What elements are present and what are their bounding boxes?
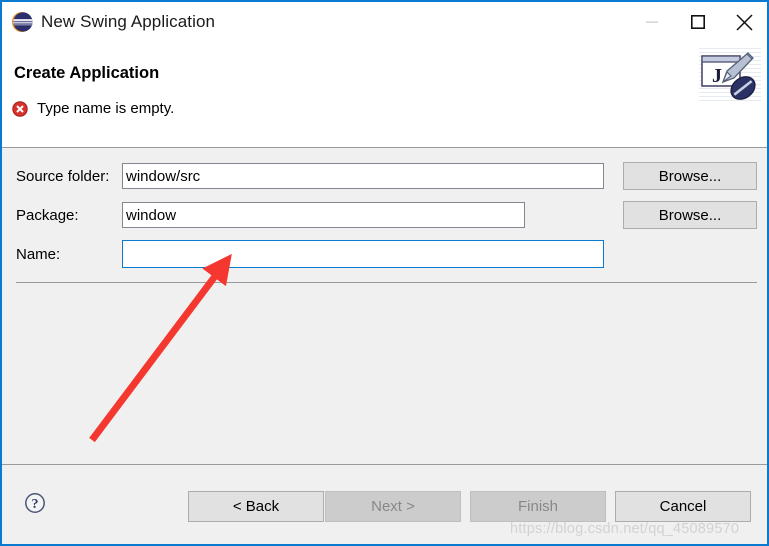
title-bar: New Swing Application bbox=[2, 2, 767, 42]
new-swing-application-dialog: New Swing Application Create Application… bbox=[0, 0, 769, 546]
field-row-source-folder: Source folder: bbox=[2, 162, 604, 190]
java-window-pencil-icon: J bbox=[699, 46, 761, 104]
back-button[interactable]: < Back bbox=[188, 491, 324, 522]
maximize-button[interactable] bbox=[675, 2, 721, 42]
browse-source-folder-button[interactable]: Browse... bbox=[623, 162, 757, 190]
next-button[interactable]: Next > bbox=[325, 491, 461, 522]
watermark-text: https://blog.csdn.net/qq_45089570 bbox=[510, 521, 740, 537]
page-title: Create Application bbox=[14, 64, 160, 82]
package-label: Package: bbox=[16, 206, 79, 224]
field-row-name: Name: bbox=[2, 240, 604, 268]
window-controls bbox=[629, 2, 767, 42]
svg-text:?: ? bbox=[32, 497, 39, 512]
status-message-row: Type name is empty. bbox=[12, 100, 174, 117]
wizard-header: Create Application Type name is empty. J bbox=[2, 42, 767, 148]
name-input[interactable] bbox=[122, 240, 604, 268]
help-question-icon[interactable]: ? bbox=[24, 492, 46, 514]
package-input[interactable] bbox=[122, 202, 525, 228]
maximize-icon bbox=[691, 15, 705, 29]
close-icon bbox=[735, 13, 753, 31]
field-row-package: Package: bbox=[2, 201, 525, 229]
finish-button[interactable]: Finish bbox=[470, 491, 606, 522]
name-label: Name: bbox=[16, 245, 61, 263]
source-folder-label: Source folder: bbox=[16, 167, 110, 185]
form-area: Source folder: Browse... Package: Browse… bbox=[2, 149, 767, 464]
window-title: New Swing Application bbox=[41, 12, 216, 31]
svg-text:J: J bbox=[712, 65, 722, 87]
minimize-icon bbox=[646, 21, 658, 23]
status-message-text: Type name is empty. bbox=[37, 100, 175, 117]
close-button[interactable] bbox=[721, 2, 767, 42]
browse-package-button[interactable]: Browse... bbox=[623, 201, 757, 229]
minimize-button[interactable] bbox=[629, 2, 675, 42]
form-separator bbox=[16, 282, 757, 283]
cancel-button[interactable]: Cancel bbox=[615, 491, 751, 522]
swing-app-icon bbox=[11, 11, 33, 33]
source-folder-input[interactable] bbox=[122, 163, 604, 189]
error-icon bbox=[12, 100, 28, 117]
